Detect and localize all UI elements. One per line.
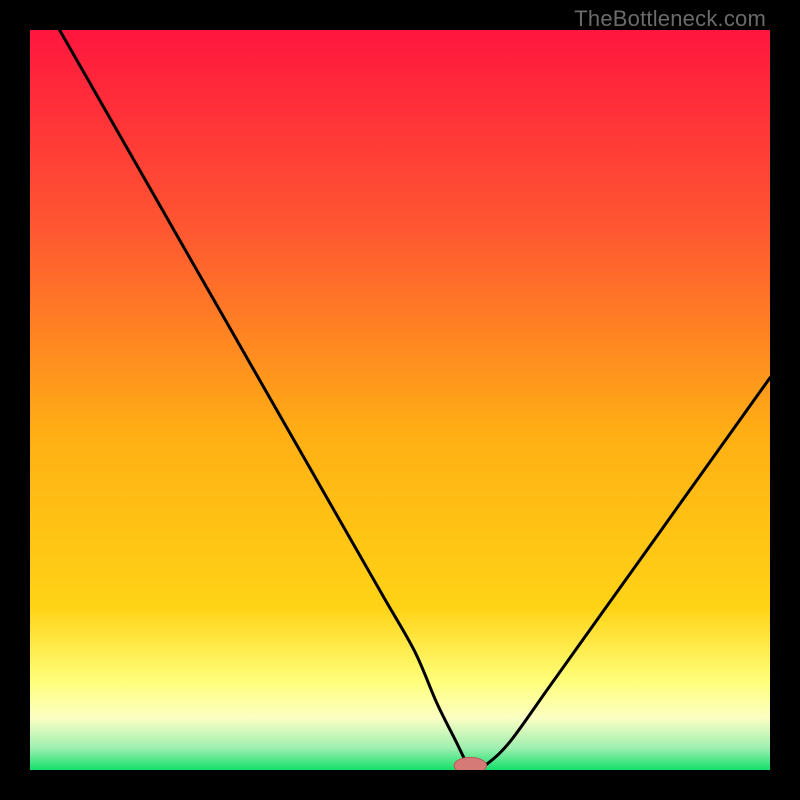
chart-svg <box>30 30 770 770</box>
gradient-background <box>30 30 770 770</box>
watermark-text: TheBottleneck.com <box>574 6 766 32</box>
chart-frame <box>30 30 770 770</box>
optimal-marker <box>454 757 487 770</box>
